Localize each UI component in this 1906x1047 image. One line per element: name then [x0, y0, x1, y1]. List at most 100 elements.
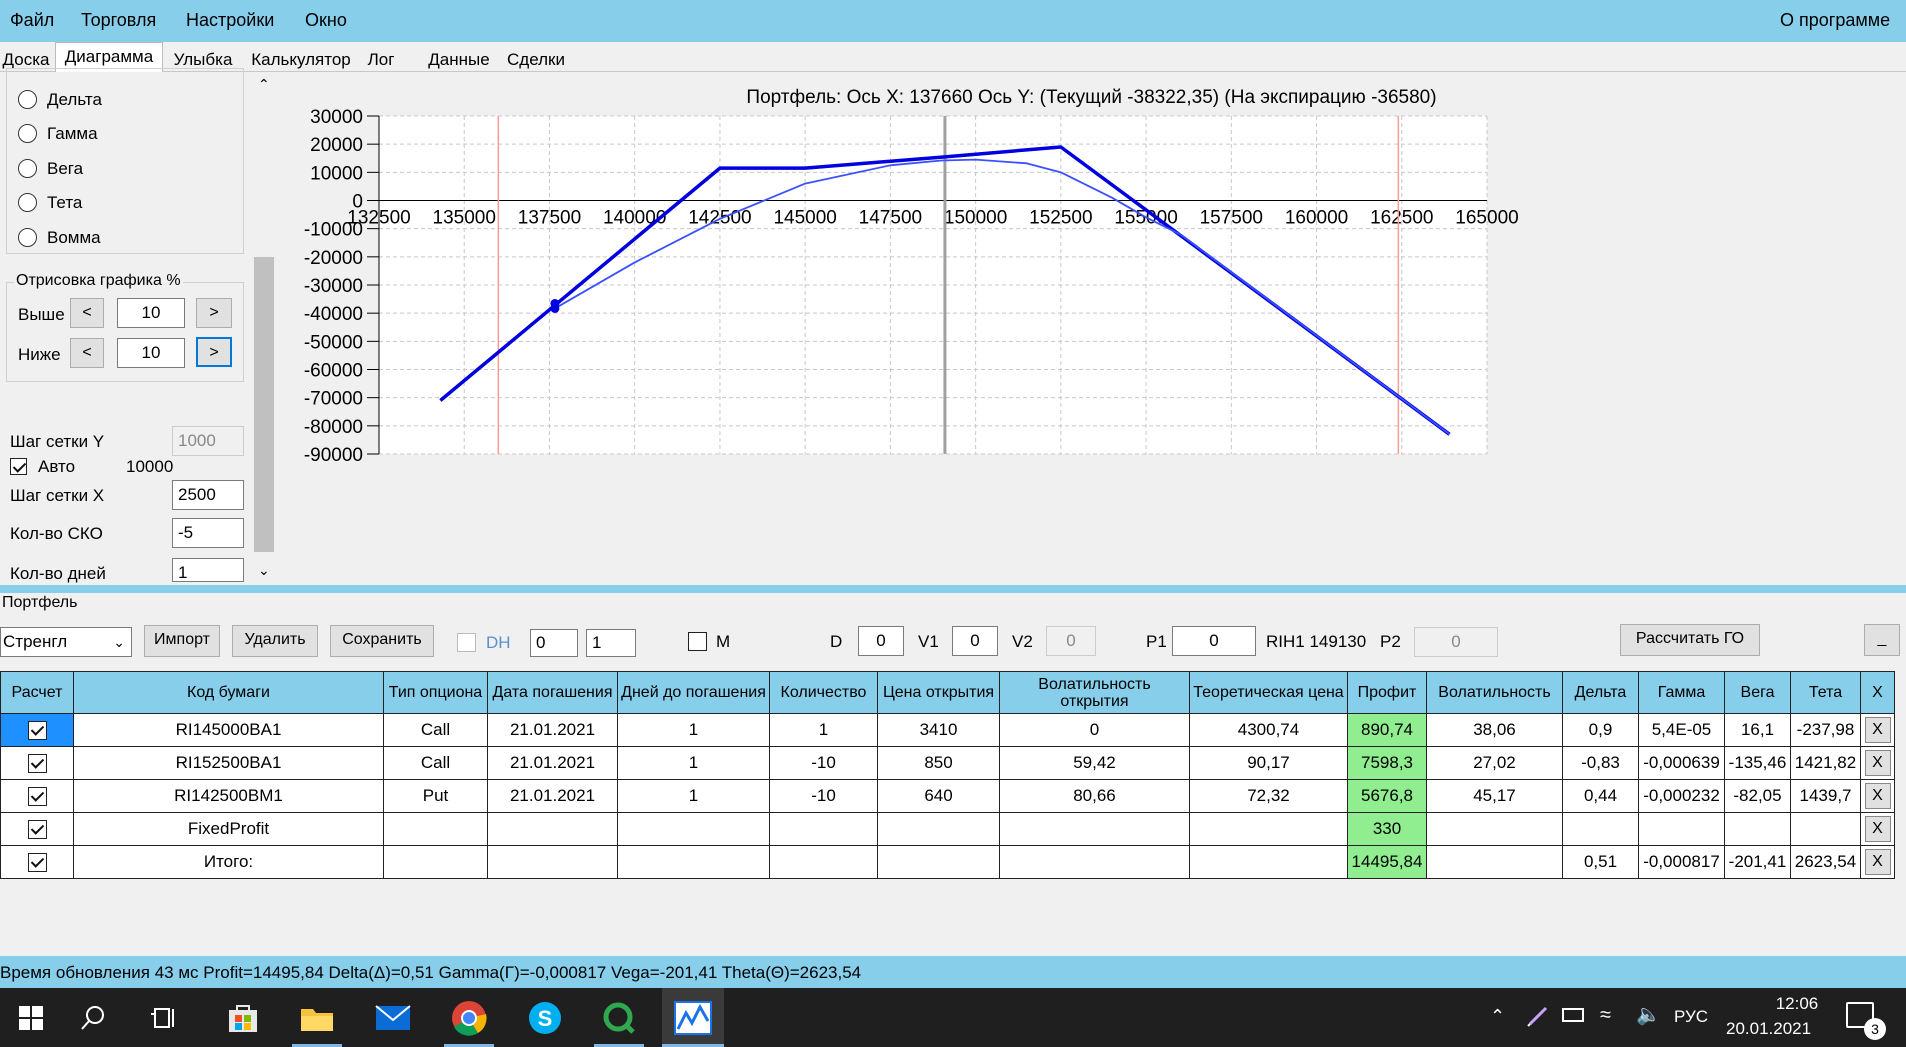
remove-row-button[interactable]: X — [1864, 783, 1891, 809]
radio-theta[interactable] — [18, 193, 37, 212]
col-header-vega[interactable]: Вега — [1724, 671, 1791, 714]
scroll-down-icon[interactable]: ⌄ — [258, 562, 270, 579]
sko-input[interactable]: -5 — [172, 518, 244, 548]
grid-y-input[interactable]: 1000 — [172, 426, 244, 456]
dh-spin-1[interactable]: 0 — [530, 629, 578, 657]
calc-checkbox-cell[interactable] — [0, 812, 74, 846]
v2-input[interactable]: 0 — [1046, 626, 1096, 656]
menu-about[interactable]: О программе — [1780, 10, 1890, 31]
chrome-icon[interactable] — [438, 988, 500, 1047]
scroll-up-icon[interactable]: ⌃ — [258, 76, 270, 93]
col-header-x[interactable]: X — [1860, 671, 1895, 714]
above-input[interactable]: 10 — [117, 298, 185, 328]
p1-input[interactable]: 0 — [1172, 626, 1256, 656]
import-button[interactable]: Импорт — [144, 625, 220, 657]
above-prev-button[interactable]: < — [70, 298, 104, 328]
calc-checkbox-cell[interactable] — [0, 746, 74, 780]
table-row[interactable]: FixedProfit 330 X — [0, 812, 1895, 846]
tray-pen-icon[interactable] — [1526, 1004, 1550, 1028]
save-button[interactable]: Сохранить — [330, 625, 434, 657]
task-view-icon[interactable] — [134, 988, 196, 1047]
calc-checkbox-cell[interactable] — [0, 779, 74, 813]
tab-deals[interactable]: Сделки — [504, 46, 568, 72]
options-app-icon[interactable] — [662, 988, 724, 1047]
battery-icon[interactable] — [1562, 1008, 1584, 1022]
calc-checkbox[interactable] — [27, 754, 47, 773]
mail-icon[interactable] — [362, 988, 424, 1047]
volume-icon[interactable]: 🔈 — [1636, 1002, 1661, 1027]
radio-vega[interactable] — [18, 159, 37, 178]
tab-log[interactable]: Лог — [360, 46, 402, 72]
calc-checkbox-cell[interactable] — [0, 845, 74, 879]
tray-chevron-icon[interactable]: ⌃ — [1490, 1006, 1505, 1027]
scroll-thumb[interactable] — [254, 257, 274, 552]
auto-checkbox[interactable] — [10, 458, 27, 475]
wifi-icon[interactable]: ≈ — [1600, 1004, 1611, 1027]
d-input[interactable]: 0 — [858, 626, 904, 656]
windows-start-icon[interactable] — [0, 988, 62, 1047]
m-checkbox[interactable] — [688, 632, 707, 651]
minimize-button[interactable]: _ — [1864, 624, 1900, 656]
calc-go-button[interactable]: Рассчитать ГО — [1620, 624, 1760, 656]
col-header-theo[interactable]: Теоретическая цена — [1189, 671, 1348, 714]
remove-row-button[interactable]: X — [1864, 816, 1891, 842]
search-icon[interactable] — [62, 988, 124, 1047]
col-header-gamma[interactable]: Гамма — [1638, 671, 1725, 714]
below-prev-button[interactable]: < — [70, 338, 104, 368]
above-next-button[interactable]: > — [196, 298, 232, 328]
menu-settings[interactable]: Настройки — [186, 10, 274, 31]
days-input[interactable]: 1 — [172, 558, 244, 582]
skype-icon[interactable]: S — [514, 988, 576, 1047]
menu-window[interactable]: Окно — [305, 10, 347, 31]
col-header-type[interactable]: Тип опциона — [383, 671, 488, 714]
radio-vomma[interactable] — [18, 228, 37, 247]
menu-file[interactable]: Файл — [10, 10, 54, 31]
col-header-delta[interactable]: Дельта — [1562, 671, 1639, 714]
col-header-code[interactable]: Код бумаги — [73, 671, 384, 714]
table-row[interactable]: RI145000BA1 Call 21.01.2021 1 1 3410 0 4300,74 8… — [0, 713, 1895, 747]
delete-button[interactable]: Удалить — [232, 625, 318, 657]
table-row[interactable]: Итого: 14495,84 0,51 -0,000817 -201,41 2623,5… — [0, 845, 1895, 879]
col-header-vol-open[interactable]: Волатильность открытия — [999, 671, 1190, 714]
file-explorer-icon[interactable] — [286, 988, 348, 1047]
calc-checkbox-cell[interactable] — [0, 713, 74, 747]
radio-delta[interactable] — [18, 90, 37, 109]
menu-trading[interactable]: Торговля — [81, 10, 156, 31]
table-row[interactable]: RI142500BM1 Put 21.01.2021 1 -10 640 80,66 72,3… — [0, 779, 1895, 813]
calc-checkbox[interactable] — [27, 787, 47, 806]
remove-row-button[interactable]: X — [1864, 750, 1891, 776]
col-header-vol[interactable]: Волатильность — [1426, 671, 1563, 714]
dh-checkbox[interactable] — [457, 633, 476, 652]
table-row[interactable]: RI152500BA1 Call 21.01.2021 1 -10 850 59,42 90,… — [0, 746, 1895, 780]
below-input[interactable]: 10 — [117, 338, 185, 368]
col-header-qty[interactable]: Количество — [769, 671, 878, 714]
splitter[interactable] — [0, 585, 1906, 593]
grid-x-input[interactable]: 2500 — [172, 480, 244, 510]
col-header-date[interactable]: Дата погашения — [487, 671, 618, 714]
col-header-days[interactable]: Дней до погашения — [617, 671, 770, 714]
clock-time[interactable]: 12:06 — [1752, 994, 1842, 1014]
clock-date[interactable]: 20.01.2021 — [1726, 1019, 1811, 1039]
p2-input[interactable]: 0 — [1414, 627, 1498, 657]
col-header-price[interactable]: Цена открытия — [877, 671, 1000, 714]
left-scrollbar[interactable]: ⌃ ⌄ — [252, 72, 276, 582]
strategy-select[interactable]: Стренгл ⌄ — [0, 627, 132, 657]
payoff-chart[interactable]: Портфель: Ось X: 137660 Ось Y: (Текущий … — [277, 72, 1906, 582]
calc-checkbox[interactable] — [27, 721, 47, 740]
below-next-button[interactable]: > — [196, 337, 232, 367]
calc-checkbox[interactable] — [27, 820, 47, 839]
radio-gamma[interactable] — [18, 124, 37, 143]
col-header-theta[interactable]: Тета — [1790, 671, 1861, 714]
language-indicator[interactable]: РУС — [1674, 1007, 1708, 1027]
tab-data[interactable]: Данные — [424, 46, 494, 72]
calc-checkbox[interactable] — [27, 853, 47, 872]
remove-row-button[interactable]: X — [1864, 717, 1891, 743]
v1-input[interactable]: 0 — [952, 626, 998, 656]
tab-calculator[interactable]: Калькулятор — [246, 46, 356, 72]
col-header-profit[interactable]: Профит — [1347, 671, 1427, 714]
store-icon[interactable] — [212, 988, 274, 1047]
dh-spin-2[interactable]: 1 — [586, 629, 636, 657]
col-header-calc[interactable]: Расчет — [0, 671, 74, 714]
remove-row-button[interactable]: X — [1864, 849, 1891, 875]
quik-icon[interactable] — [588, 988, 650, 1047]
